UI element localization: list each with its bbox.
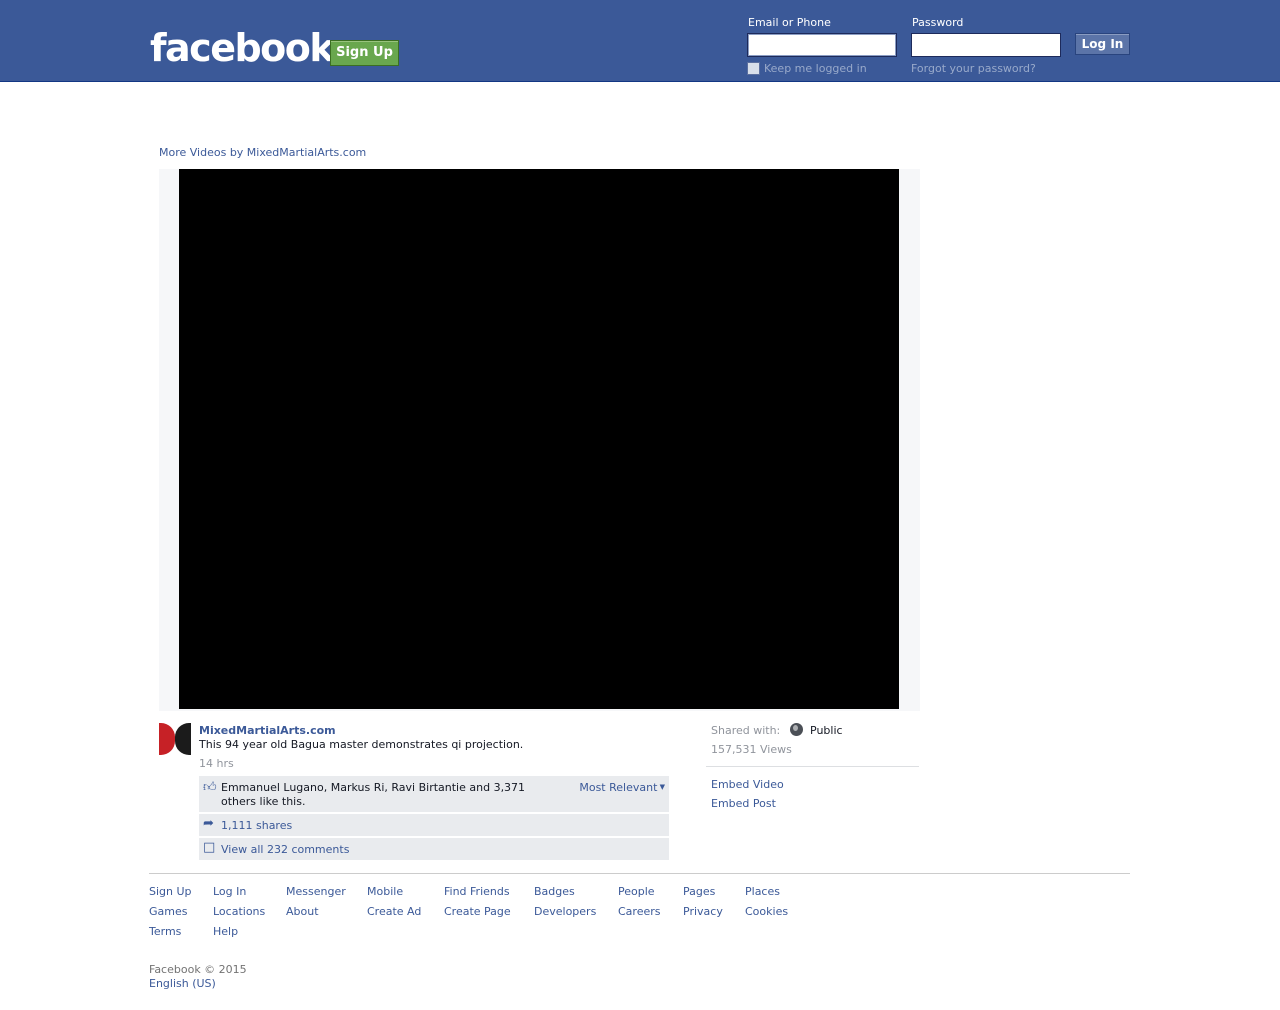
footer-find-friends[interactable]: Find Friends [444, 885, 510, 898]
footer-divider [149, 873, 1130, 874]
view-comments-link[interactable]: View all 232 comments [221, 843, 349, 856]
likes-summary[interactable]: Emmanuel Lugano, Markus Ri, Ravi Birtant… [221, 781, 551, 809]
keep-logged-in[interactable]: Keep me logged in [747, 62, 867, 75]
avatar-red-shape [159, 723, 175, 755]
footer-privacy[interactable]: Privacy [683, 905, 723, 918]
audience-public: Public [810, 724, 843, 737]
embed-post-link[interactable]: Embed Post [711, 797, 776, 810]
shares-row: ➦ 1,111 shares [199, 814, 669, 836]
side-divider [706, 766, 919, 767]
password-label: Password [912, 16, 964, 29]
video-player[interactable] [179, 169, 899, 709]
comment-bubble-icon: □ [203, 840, 216, 855]
forgot-password-link[interactable]: Forgot your password? [911, 62, 1036, 75]
thumbs-up-icon: 👍︎ [203, 780, 217, 795]
password-field[interactable] [911, 33, 1061, 57]
footer-locations[interactable]: Locations [213, 905, 265, 918]
footer-careers[interactable]: Careers [618, 905, 661, 918]
footer-games[interactable]: Games [149, 905, 187, 918]
globe-icon [790, 723, 803, 736]
comments-row: □ View all 232 comments [199, 838, 669, 860]
most-relevant-label: Most Relevant [579, 781, 658, 794]
footer-cookies[interactable]: Cookies [745, 905, 788, 918]
footer-signup[interactable]: Sign Up [149, 885, 192, 898]
avatar-dark-shape [175, 723, 191, 755]
top-bar: facebook Sign Up Email or Phone Password… [0, 0, 1280, 82]
email-field[interactable] [747, 33, 897, 57]
footer-places[interactable]: Places [745, 885, 780, 898]
footer-login[interactable]: Log In [213, 885, 246, 898]
page-avatar[interactable] [159, 723, 191, 755]
copyright: Facebook © 2015 [149, 963, 247, 976]
footer-people[interactable]: People [618, 885, 655, 898]
shares-link[interactable]: 1,111 shares [221, 819, 292, 832]
language-link[interactable]: English (US) [149, 977, 216, 990]
login-button[interactable]: Log In [1075, 33, 1130, 55]
embed-video-link[interactable]: Embed Video [711, 778, 784, 791]
footer-badges[interactable]: Badges [534, 885, 575, 898]
footer-create-page[interactable]: Create Page [444, 905, 511, 918]
likes-row: 👍︎ Emmanuel Lugano, Markus Ri, Ravi Birt… [199, 776, 669, 812]
view-count: 157,531 Views [711, 743, 792, 756]
shared-with-label: Shared with: [711, 724, 781, 737]
page-name-link[interactable]: MixedMartialArts.com [199, 724, 336, 737]
video-description: This 94 year old Bagua master demonstrat… [199, 738, 524, 751]
most-relevant-dropdown[interactable]: Most Relevant ▼ [579, 781, 665, 794]
footer-about[interactable]: About [286, 905, 319, 918]
footer-terms[interactable]: Terms [149, 925, 181, 938]
footer-developers[interactable]: Developers [534, 905, 596, 918]
more-videos-link[interactable]: More Videos by MixedMartialArts.com [159, 146, 366, 159]
footer-create-ad[interactable]: Create Ad [367, 905, 421, 918]
email-label: Email or Phone [748, 16, 831, 29]
signup-button[interactable]: Sign Up [330, 40, 399, 66]
caret-down-icon: ▼ [657, 783, 665, 791]
footer-help[interactable]: Help [213, 925, 238, 938]
footer-pages[interactable]: Pages [683, 885, 715, 898]
keep-logged-in-checkbox[interactable] [747, 62, 760, 75]
share-arrow-icon: ➦ [203, 816, 214, 831]
footer-mobile[interactable]: Mobile [367, 885, 403, 898]
footer-messenger[interactable]: Messenger [286, 885, 346, 898]
facebook-logo[interactable]: facebook [150, 26, 335, 70]
keep-logged-in-label: Keep me logged in [764, 62, 867, 75]
post-timestamp[interactable]: 14 hrs [199, 757, 234, 770]
